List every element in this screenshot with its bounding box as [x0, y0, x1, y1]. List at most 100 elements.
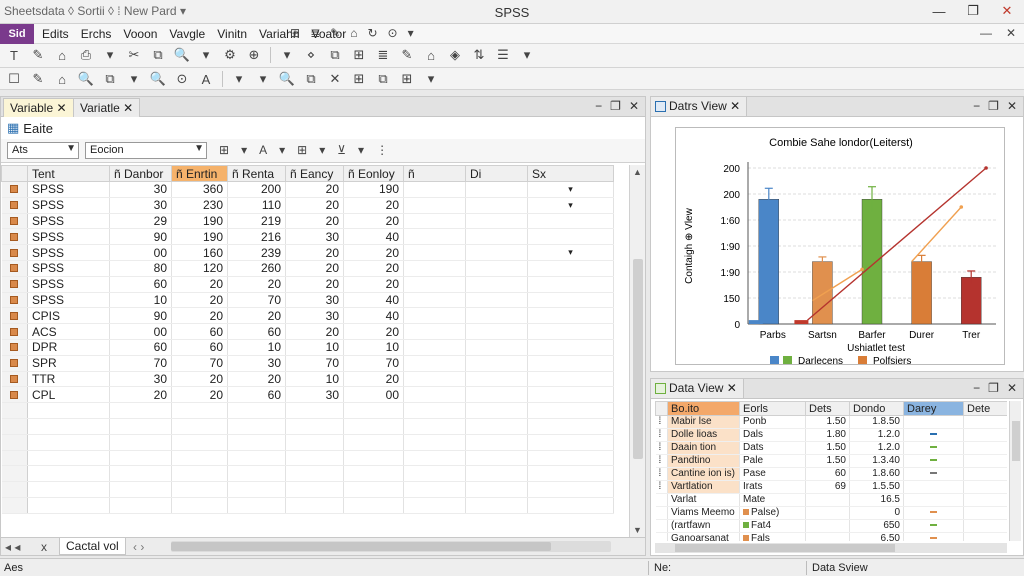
toolbar-tool-icon[interactable]: A	[198, 71, 214, 87]
table-cell[interactable]: 60	[171, 323, 228, 340]
dv-cell[interactable]: Dats	[739, 441, 806, 455]
dv-vertical-scrollbar[interactable]	[1009, 401, 1021, 541]
table-cell[interactable]: 20	[285, 244, 344, 261]
toolbar-tool-icon[interactable]: ⇅	[471, 47, 487, 63]
table-cell[interactable]: 20	[171, 292, 228, 309]
pane-restore-icon[interactable]: ❐	[610, 99, 621, 113]
table-cell[interactable]	[171, 497, 228, 514]
table-cell[interactable]: 20	[109, 386, 172, 404]
dv-cell-label[interactable]: (rartfawn	[667, 519, 740, 533]
menu-tool-icon[interactable]: ≣	[310, 26, 320, 40]
dv-cell[interactable]: Dals	[739, 428, 806, 442]
menu-item-3[interactable]: Vavgle	[163, 26, 211, 42]
table-cell[interactable]	[109, 434, 172, 451]
row-header[interactable]	[1, 260, 28, 277]
table-cell[interactable]: SPSS	[27, 213, 110, 230]
chart-minimize-icon[interactable]: −	[973, 99, 980, 113]
toolbar-tool-icon[interactable]: ⊙	[174, 71, 190, 87]
table-cell[interactable]	[227, 434, 286, 451]
table-cell[interactable]	[527, 418, 614, 435]
row-header[interactable]	[1, 213, 28, 230]
toolbar-tool-icon[interactable]: ✎	[30, 71, 46, 87]
table-cell[interactable]: 20	[171, 386, 228, 404]
table-cell[interactable]	[527, 292, 614, 309]
bar-trer[interactable]	[961, 276, 982, 325]
dv-cell[interactable]	[963, 454, 1007, 468]
sheet-close-icon[interactable]: x	[41, 540, 47, 554]
table-cell[interactable]	[27, 402, 110, 419]
dv-cell[interactable]: 1.8.50	[849, 415, 904, 429]
table-cell[interactable]: 30	[227, 355, 286, 372]
table-row[interactable]: SPSS 30 360 200 20 190 ▾	[1, 181, 614, 198]
table-row[interactable]: CPL 20 20 60 30 00	[1, 386, 614, 404]
dv-row[interactable]: ⁞ Pandtino Pale 1.50 1.3.40	[655, 454, 1007, 468]
table-cell[interactable]	[465, 386, 528, 404]
filter-dropdown-2[interactable]: Eocion ▼	[85, 142, 207, 159]
table-cell[interactable]: 200	[227, 181, 286, 198]
table-cell[interactable]: 00	[109, 323, 172, 340]
menu-tool-icon[interactable]: ▾	[408, 26, 414, 40]
table-cell[interactable]	[171, 402, 228, 419]
toolbar-tool-icon[interactable]: ☰	[495, 47, 511, 63]
dv-cell[interactable]: 1.50	[805, 441, 850, 455]
sheet-nav-icon[interactable]: ◂ ◂	[5, 540, 20, 554]
tab-variatle[interactable]: Variatle ✕	[73, 98, 141, 117]
filter-tool-icon[interactable]: ⋮	[376, 143, 388, 157]
dv-row[interactable]: Ganoarsanat Fals 6.50	[655, 532, 1007, 541]
bar-barfer[interactable]	[861, 198, 883, 325]
table-cell[interactable]: SPR	[27, 355, 110, 372]
table-cell[interactable]	[465, 323, 528, 340]
table-cell[interactable]: 110	[227, 197, 286, 214]
table-cell[interactable]	[109, 418, 172, 435]
dv-column-header[interactable]: Dondo	[849, 401, 904, 416]
row-header[interactable]	[1, 355, 28, 372]
column-header[interactable]: Sx	[527, 165, 614, 182]
dv-cell[interactable]: 1.5.50	[849, 480, 904, 494]
table-cell[interactable]: 120	[171, 260, 228, 277]
dv-column-header[interactable]: Darey	[903, 401, 964, 416]
vertical-scrollbar[interactable]: ▲ ▼	[629, 165, 645, 537]
table-cell[interactable]	[465, 450, 528, 467]
small-bar[interactable]	[794, 320, 809, 324]
toolbar-tool-icon[interactable]: ▾	[231, 71, 247, 87]
tab-datrs-view[interactable]: Datrs View ✕	[651, 97, 748, 117]
table-cell[interactable]: SPSS	[27, 292, 110, 309]
dv-horizontal-scrollbar[interactable]	[655, 543, 1007, 553]
table-cell[interactable]: SPSS	[27, 276, 110, 293]
dv-cell[interactable]: 1.8.60	[849, 467, 904, 481]
menu-tool-icon[interactable]: ⌂	[350, 26, 357, 40]
table-cell[interactable]: 60	[227, 323, 286, 340]
row-header[interactable]	[1, 465, 28, 483]
table-cell[interactable]: 70	[109, 355, 172, 372]
table-cell[interactable]	[171, 481, 228, 498]
chart-close-icon[interactable]: ✕	[1007, 99, 1017, 113]
dv-cell[interactable]: Palse)	[739, 506, 806, 520]
table-cell[interactable]: 30	[109, 197, 172, 214]
dv-close-icon[interactable]: ✕	[1007, 381, 1017, 395]
table-row[interactable]	[1, 481, 614, 498]
table-cell[interactable]	[109, 402, 172, 419]
dv-row[interactable]: (rartfawn Fat4 650	[655, 519, 1007, 533]
table-cell[interactable]	[527, 355, 614, 372]
dv-cell[interactable]	[903, 428, 964, 442]
toolbar-tool-icon[interactable]: ▾	[519, 47, 535, 63]
table-cell[interactable]	[527, 228, 614, 246]
table-cell[interactable]	[465, 260, 528, 277]
dv-cell[interactable]	[805, 493, 850, 507]
row-header[interactable]	[1, 386, 28, 404]
table-cell[interactable]	[343, 481, 404, 498]
table-cell[interactable]: 80	[109, 260, 172, 277]
toolbar-tool-icon[interactable]: ⌂	[423, 47, 439, 63]
dv-cell[interactable]	[963, 441, 1007, 455]
table-cell[interactable]: 00	[343, 386, 404, 404]
table-cell[interactable]: 30	[285, 307, 344, 325]
table-cell[interactable]	[109, 497, 172, 514]
table-cell[interactable]	[171, 465, 228, 483]
dv-column-header[interactable]: Dets	[805, 401, 850, 416]
table-cell[interactable]	[285, 402, 344, 419]
toolbar-tool-icon[interactable]: ⚙	[222, 47, 238, 63]
row-header[interactable]	[1, 307, 28, 325]
table-cell[interactable]	[27, 497, 110, 514]
table-cell[interactable]	[527, 276, 614, 293]
row-header[interactable]	[1, 339, 28, 356]
